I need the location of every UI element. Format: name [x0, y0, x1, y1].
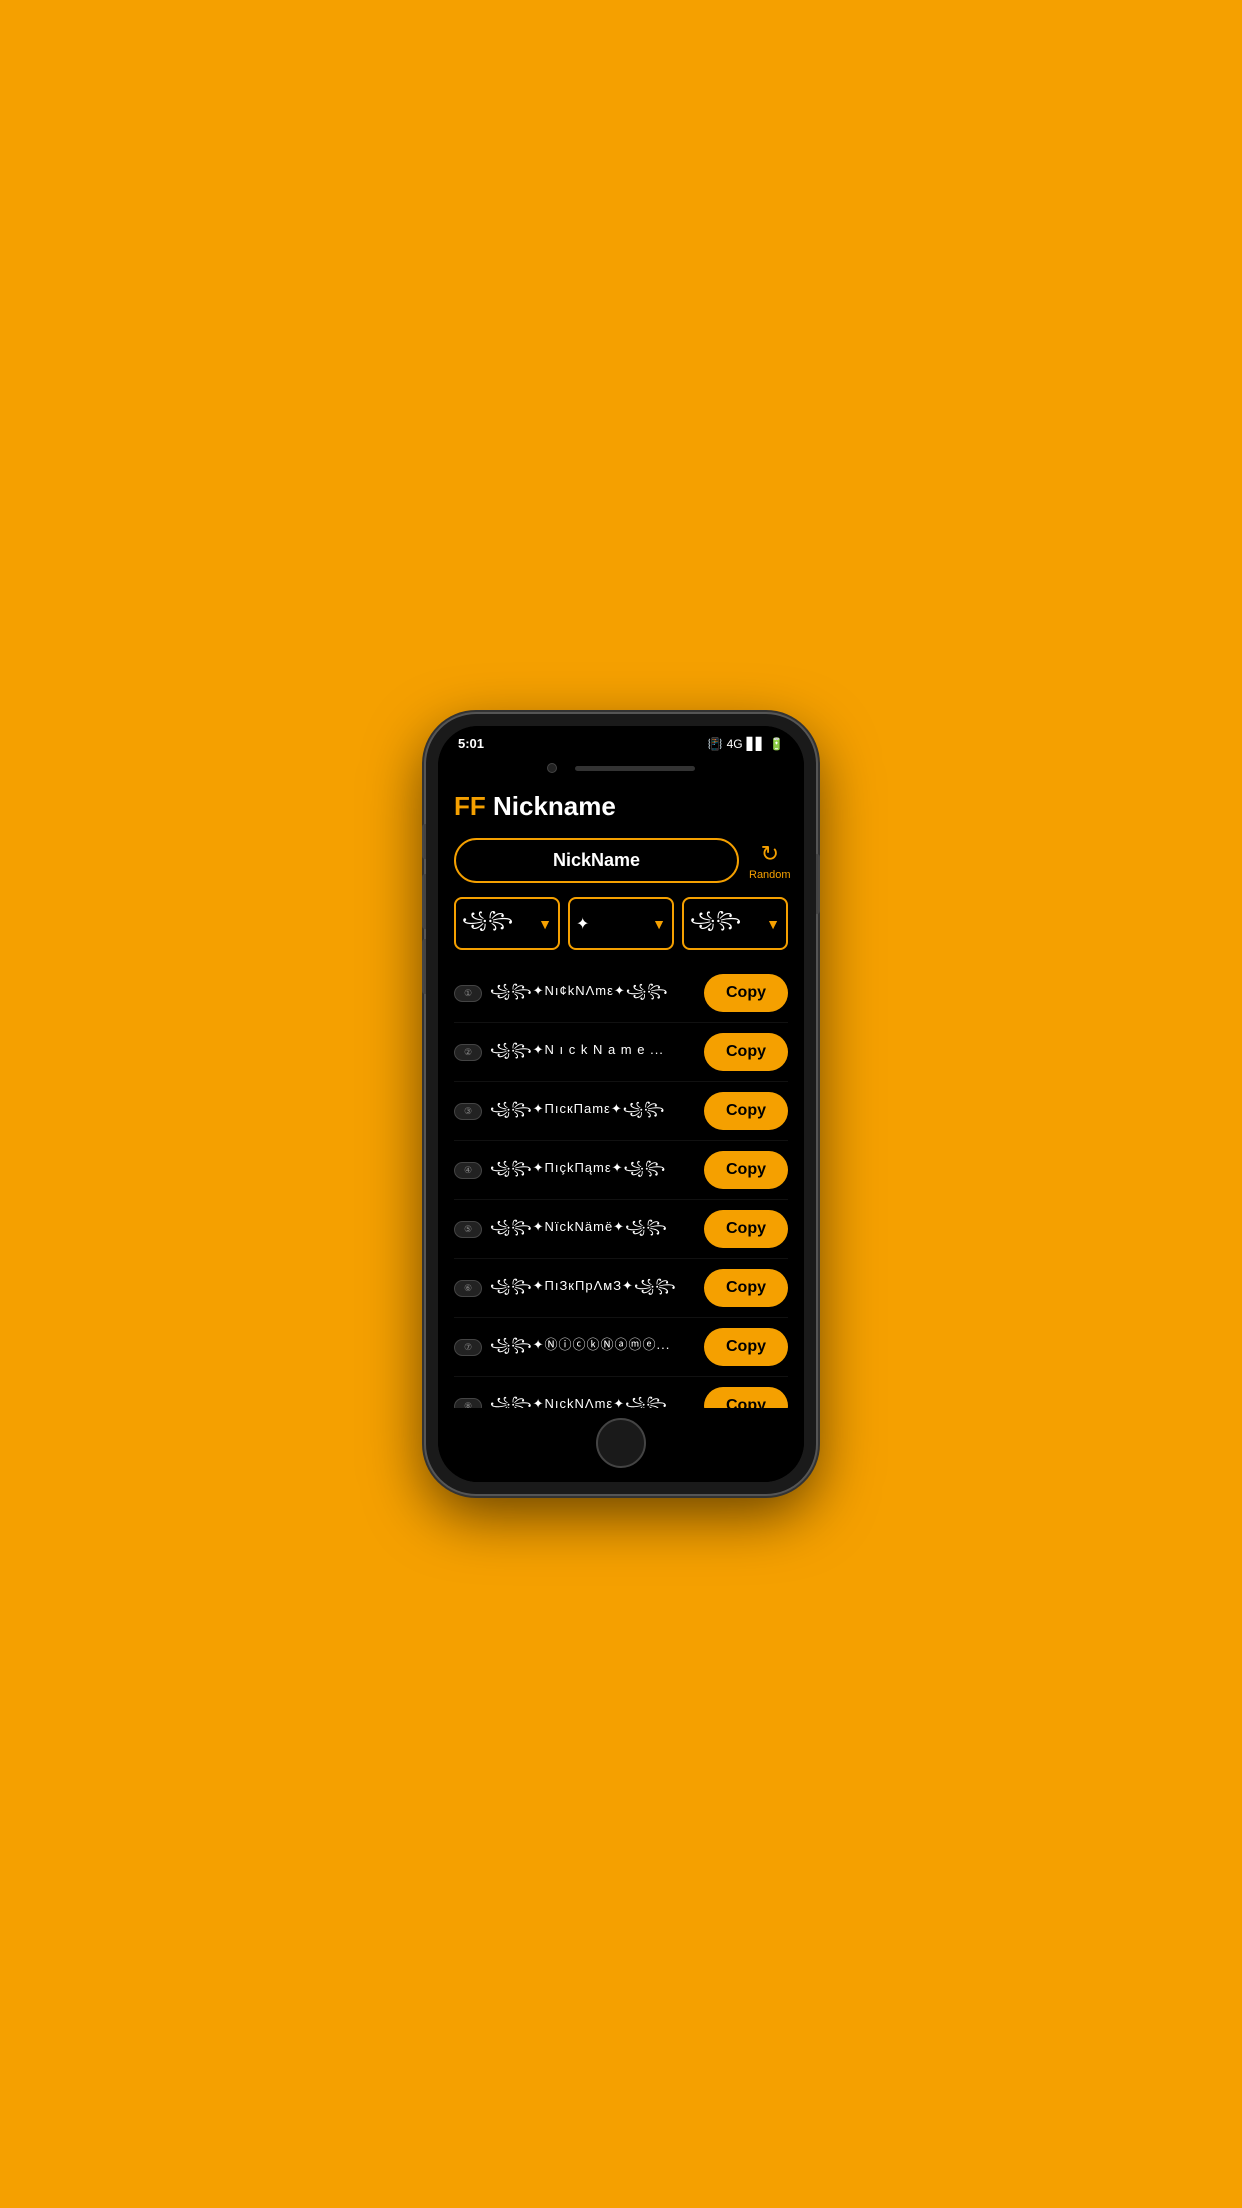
item-number-7: ⑦ — [454, 1339, 482, 1356]
list-item: ④ ꧁꧂✦ПıçkПąmε✦꧁꧂ Copy — [454, 1141, 788, 1200]
chevron-down-icon-3: ▼ — [766, 916, 780, 932]
list-item: ⑧ ꧁꧂✦NıckNΛmε✦꧁꧂ Copy — [454, 1377, 788, 1408]
copy-button-3[interactable]: Copy — [704, 1092, 788, 1130]
volume-up-button — [422, 874, 426, 929]
camera-dot — [547, 763, 557, 773]
phone-screen: 5:01 📳 4G ▋▋ 🔋 FF Nickname — [438, 726, 804, 1482]
ff-label: FF — [454, 791, 486, 821]
filter-2-text: ✦ — [576, 914, 590, 934]
silent-button — [422, 824, 426, 859]
filter-dropdown-2[interactable]: ✦ ▼ — [568, 897, 674, 950]
list-item: ⑦ ꧁꧂✦ⓃⓘⓒⓚⓃⓐⓜⓔ... Copy — [454, 1318, 788, 1377]
item-name-7: ꧁꧂✦ⓃⓘⓒⓚⓃⓐⓜⓔ... — [490, 1334, 696, 1361]
item-number-4: ④ — [454, 1162, 482, 1179]
item-number-2: ② — [454, 1044, 482, 1061]
list-item: ⑥ ꧁꧂✦ПıЗкПрΛмЗ✦꧁꧂ Copy — [454, 1259, 788, 1318]
nickname-list: ① ꧁꧂✦Nı¢kNΛmε✦꧁꧂ Copy ② ꧁꧂✦N ı c k N a m… — [454, 964, 788, 1408]
network-icon: 4G — [727, 737, 743, 751]
copy-button-5[interactable]: Copy — [704, 1210, 788, 1248]
item-number-8: ⑧ — [454, 1398, 482, 1409]
home-button[interactable] — [596, 1418, 646, 1468]
status-icons: 📳 4G ▋▋ 🔋 — [708, 737, 784, 751]
item-left-7: ⑦ ꧁꧂✦ⓃⓘⓒⓚⓃⓐⓜⓔ... — [454, 1334, 696, 1361]
item-number-5: ⑤ — [454, 1221, 482, 1238]
copy-button-4[interactable]: Copy — [704, 1151, 788, 1189]
item-left-4: ④ ꧁꧂✦ПıçkПąmε✦꧁꧂ — [454, 1157, 696, 1184]
copy-button-2[interactable]: Copy — [704, 1033, 788, 1071]
random-button[interactable]: ↻ Random — [749, 841, 791, 881]
item-number-3: ③ — [454, 1103, 482, 1120]
random-icon: ↻ — [761, 841, 779, 867]
app-title: FF Nickname — [454, 791, 788, 822]
copy-button-1[interactable]: Copy — [704, 974, 788, 1012]
nickname-label: Nickname — [493, 791, 616, 821]
item-name-8: ꧁꧂✦NıckNΛmε✦꧁꧂ — [490, 1393, 696, 1409]
app-content: FF Nickname ↻ Random ꧁꧂ ▼ ✦ ▼ — [438, 779, 804, 1408]
vibrate-icon: 📳 — [708, 737, 723, 751]
status-bar: 5:01 📳 4G ▋▋ 🔋 — [438, 726, 804, 755]
volume-down-button — [422, 939, 426, 994]
filter-1-text: ꧁꧂ — [462, 907, 514, 940]
random-label: Random — [749, 869, 791, 881]
list-item: ⑤ ꧁꧂✦NïckNämë✦꧁꧂ Copy — [454, 1200, 788, 1259]
chevron-down-icon-1: ▼ — [538, 916, 552, 932]
chevron-down-icon-2: ▼ — [652, 916, 666, 932]
status-time: 5:01 — [458, 736, 484, 751]
battery-icon: 🔋 — [769, 737, 784, 751]
home-button-area — [438, 1408, 804, 1482]
item-number-6: ⑥ — [454, 1280, 482, 1297]
notch-bar — [575, 766, 695, 771]
copy-button-7[interactable]: Copy — [704, 1328, 788, 1366]
notch-area — [438, 755, 804, 779]
signal-icon: ▋▋ — [747, 737, 765, 751]
list-item: ① ꧁꧂✦Nı¢kNΛmε✦꧁꧂ Copy — [454, 964, 788, 1023]
power-button — [816, 854, 820, 914]
item-left-2: ② ꧁꧂✦N ı c k N a m e ... — [454, 1039, 696, 1066]
item-name-3: ꧁꧂✦ПıcкПamε✦꧁꧂ — [490, 1098, 696, 1125]
nickname-input[interactable] — [454, 838, 739, 883]
item-name-6: ꧁꧂✦ПıЗкПрΛмЗ✦꧁꧂ — [490, 1275, 696, 1302]
item-number-1: ① — [454, 985, 482, 1002]
filter-3-text: ꧁꧂ — [690, 907, 742, 940]
item-left-3: ③ ꧁꧂✦ПıcкПamε✦꧁꧂ — [454, 1098, 696, 1125]
input-row: ↻ Random — [454, 838, 788, 883]
item-left-5: ⑤ ꧁꧂✦NïckNämë✦꧁꧂ — [454, 1216, 696, 1243]
list-item: ② ꧁꧂✦N ı c k N a m e ... Copy — [454, 1023, 788, 1082]
filter-dropdown-3[interactable]: ꧁꧂ ▼ — [682, 897, 788, 950]
item-name-5: ꧁꧂✦NïckNämë✦꧁꧂ — [490, 1216, 696, 1243]
item-left-6: ⑥ ꧁꧂✦ПıЗкПрΛмЗ✦꧁꧂ — [454, 1275, 696, 1302]
item-name-1: ꧁꧂✦Nı¢kNΛmε✦꧁꧂ — [490, 980, 696, 1007]
item-left-1: ① ꧁꧂✦Nı¢kNΛmε✦꧁꧂ — [454, 980, 696, 1007]
list-item: ③ ꧁꧂✦ПıcкПamε✦꧁꧂ Copy — [454, 1082, 788, 1141]
item-left-8: ⑧ ꧁꧂✦NıckNΛmε✦꧁꧂ — [454, 1393, 696, 1409]
item-name-4: ꧁꧂✦ПıçkПąmε✦꧁꧂ — [490, 1157, 696, 1184]
copy-button-6[interactable]: Copy — [704, 1269, 788, 1307]
phone-frame: 5:01 📳 4G ▋▋ 🔋 FF Nickname — [426, 714, 816, 1494]
filter-row: ꧁꧂ ▼ ✦ ▼ ꧁꧂ ▼ — [454, 897, 788, 950]
copy-button-8[interactable]: Copy — [704, 1387, 788, 1408]
item-name-2: ꧁꧂✦N ı c k N a m e ... — [490, 1039, 696, 1066]
filter-dropdown-1[interactable]: ꧁꧂ ▼ — [454, 897, 560, 950]
